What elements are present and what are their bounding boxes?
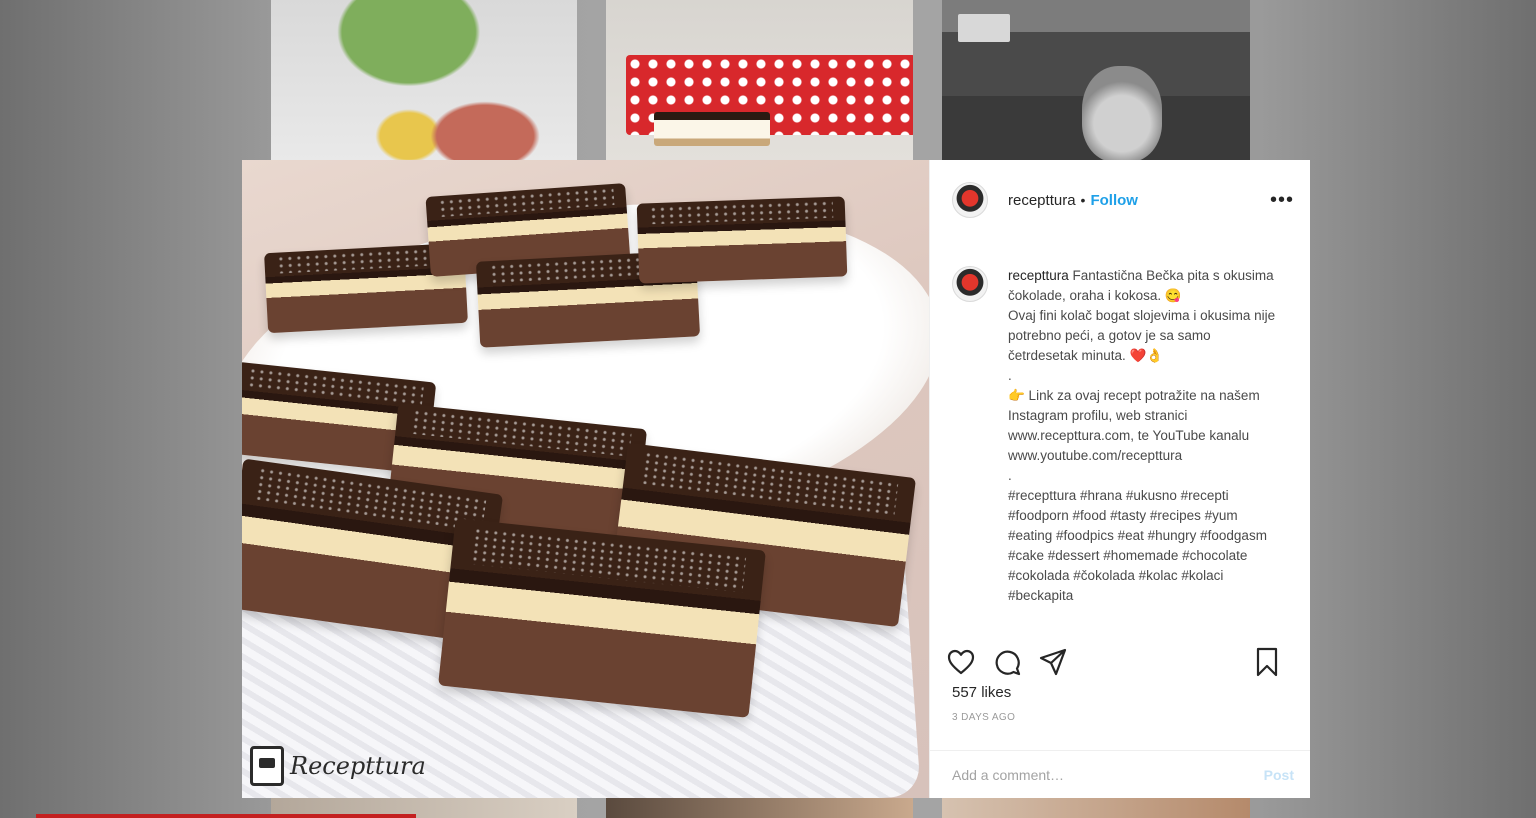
video-progress-bar[interactable] (36, 814, 416, 818)
comment-icon[interactable] (992, 647, 1022, 677)
post-header: recepttura • Follow ••• (930, 160, 1310, 240)
post-photo[interactable]: Recepttura (242, 160, 929, 798)
caption-username[interactable]: recepttura (1008, 268, 1069, 283)
logo-text: Recepttura (290, 752, 426, 780)
header-username[interactable]: recepttura (1008, 192, 1076, 209)
grid-thumbnail-cake-tray[interactable] (606, 0, 913, 160)
paper-plane-icon[interactable] (1038, 647, 1068, 677)
grid-thumbnail-portrait[interactable] (942, 0, 1250, 160)
likes-count[interactable]: 557 likes (952, 684, 1011, 701)
house (958, 14, 1010, 42)
post-timestamp[interactable]: 3 DAYS AGO (952, 712, 1015, 723)
caption: recepttura Fantastična Bečka pita s okus… (1008, 266, 1278, 606)
more-options-icon[interactable]: ••• (1270, 190, 1294, 210)
follow-button[interactable]: Follow (1090, 192, 1138, 209)
recepttura-logo: Recepttura (250, 746, 426, 786)
chef-hat-icon (250, 746, 284, 786)
comment-bar: Post (930, 750, 1310, 798)
caption-text: Fantastična Bečka pita s okusima čokolad… (1008, 268, 1276, 603)
comment-input[interactable] (952, 766, 1264, 783)
bookmark-icon[interactable] (1252, 647, 1282, 677)
heart-icon[interactable] (946, 647, 976, 677)
person (1082, 66, 1162, 160)
grid-thumbnail-bottom-2[interactable] (606, 798, 913, 818)
cake-piece (636, 196, 848, 284)
cake-piece (438, 518, 766, 718)
caption-row: recepttura Fantastična Bečka pita s okus… (952, 266, 1292, 606)
cake-slice (654, 112, 770, 146)
caption-avatar[interactable] (952, 266, 988, 302)
action-bar (946, 644, 1282, 680)
avatar[interactable] (952, 182, 988, 218)
separator-dot: • (1080, 192, 1086, 208)
post-modal: Recepttura recepttura • Follow ••• recep… (242, 160, 1310, 798)
grid-thumbnail-salad[interactable] (271, 0, 577, 160)
post-comment-button[interactable]: Post (1264, 767, 1294, 783)
post-sidebar: recepttura • Follow ••• recepttura Fanta… (929, 160, 1310, 798)
grid-thumbnail-bottom-3[interactable] (942, 798, 1250, 818)
